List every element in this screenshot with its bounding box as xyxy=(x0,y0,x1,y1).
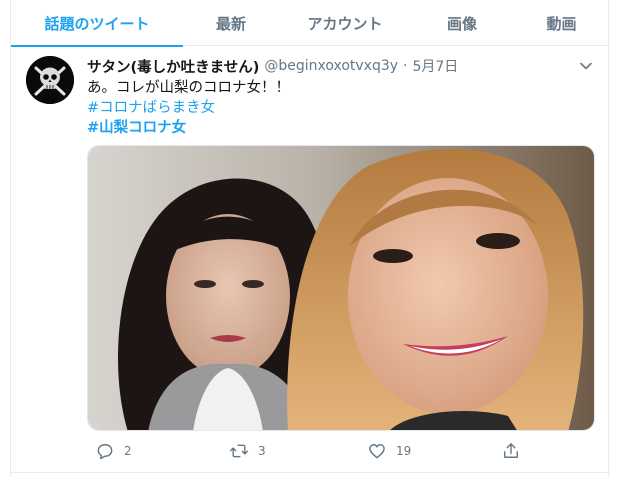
tab-top[interactable]: 話題のツイート xyxy=(11,0,183,47)
reply-button[interactable]: 2 xyxy=(95,440,132,462)
skull-avatar-icon xyxy=(26,56,74,104)
retweet-button[interactable]: 3 xyxy=(229,440,266,462)
heart-icon xyxy=(369,444,385,459)
tab-videos[interactable]: 動画 xyxy=(513,0,610,46)
tweet[interactable]: サタン(毒しか吐きません) @beginxoxotvxq3y · 5月7日 あ。… xyxy=(11,47,610,472)
tab-accounts[interactable]: アカウント xyxy=(279,0,411,46)
divider xyxy=(11,472,610,473)
like-button[interactable]: 19 xyxy=(367,440,411,462)
retweet-icon xyxy=(229,444,249,458)
tweet-actions: 2 3 19 xyxy=(87,440,595,462)
tweet-photo[interactable] xyxy=(87,145,595,431)
tab-photos[interactable]: 画像 xyxy=(411,0,513,46)
chevron-down-icon[interactable] xyxy=(579,59,593,73)
separator-dot: · xyxy=(403,58,408,74)
tweet-date[interactable]: 5月7日 xyxy=(412,56,458,76)
share-button[interactable] xyxy=(501,440,521,462)
avatar[interactable] xyxy=(26,56,74,104)
like-count: 19 xyxy=(396,444,412,458)
tweet-header: サタン(毒しか吐きません) @beginxoxotvxq3y · 5月7日 xyxy=(87,56,598,76)
search-tabs: 話題のツイート 最新 アカウント 画像 動画 xyxy=(11,0,610,47)
tweet-text: あ。コレが山梨のコロナ女！！ xyxy=(87,80,290,96)
tab-latest[interactable]: 最新 xyxy=(183,0,279,46)
photo-two-women-selfie-icon xyxy=(88,146,594,430)
hashtag-link[interactable]: #コロナばらまき女 xyxy=(87,98,215,118)
display-name[interactable]: サタン(毒しか吐きません) xyxy=(87,56,259,77)
reply-count: 2 xyxy=(124,444,132,458)
user-handle[interactable]: @beginxoxotvxq3y xyxy=(264,58,398,74)
share-icon xyxy=(504,443,518,458)
hashtag-link[interactable]: #山梨コロナ女 xyxy=(87,118,186,138)
reply-icon xyxy=(97,444,113,460)
search-results-column: 話題のツイート 最新 アカウント 画像 動画 サタン(毒しか吐きません) @be… xyxy=(10,0,610,477)
retweet-count: 3 xyxy=(258,444,266,458)
